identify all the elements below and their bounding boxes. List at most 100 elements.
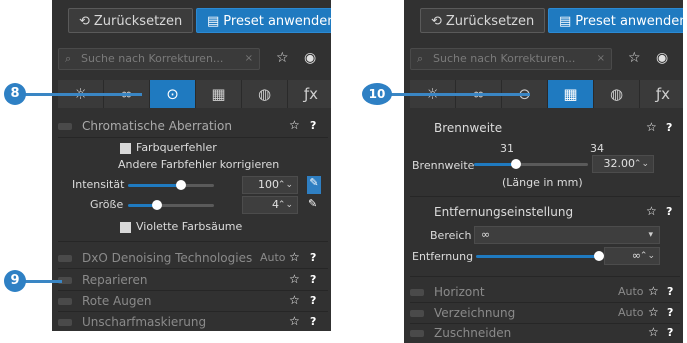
entfernung-slider[interactable]: [594, 251, 604, 261]
brennweite-slider[interactable]: [511, 159, 521, 169]
groesse-label: Größe: [90, 198, 124, 211]
help-icon[interactable]: ?: [310, 273, 316, 286]
help-icon[interactable]: ?: [310, 251, 316, 264]
section-chromatic-aberration[interactable]: Chromatische Aberration: [58, 116, 328, 136]
section-toggle[interactable]: [410, 329, 424, 337]
star-icon[interactable]: ☆: [648, 305, 659, 319]
groesse-track: [156, 204, 214, 207]
tab-geometry[interactable]: ▦: [548, 80, 594, 108]
laenge-label: (Länge in mm): [502, 176, 583, 189]
search-input[interactable]: ⌕ Suche nach Korrekturen... ×: [58, 48, 260, 70]
star-icon[interactable]: ☆: [628, 50, 641, 66]
star-icon[interactable]: ☆: [289, 250, 300, 264]
bereich-select[interactable]: ∞ ▾: [474, 226, 660, 244]
reset-button[interactable]: ⟲ Zurücksetzen: [420, 8, 546, 33]
intensitaet-value-field[interactable]: 100 ⌃⌄: [242, 176, 298, 194]
star-icon[interactable]: ☆: [289, 118, 300, 132]
toggle-icon[interactable]: ◉: [304, 50, 316, 66]
divider: [58, 241, 328, 242]
section-toggle[interactable]: [58, 122, 72, 130]
right-panel: ⟲ Zurücksetzen ▤ Preset anwenden ⌕ Suche n…: [404, 0, 683, 343]
watermark-icon: ◍: [609, 85, 624, 103]
tick-min: 31: [500, 142, 514, 155]
picker-icon[interactable]: ✎: [308, 197, 317, 210]
star-icon[interactable]: ☆: [648, 325, 659, 339]
clear-search-icon[interactable]: ×: [597, 49, 605, 69]
violette-label: Violette Farbsäume: [136, 220, 243, 233]
geometry-icon: ▦: [563, 85, 578, 103]
reset-button[interactable]: ⟲ Zurücksetzen: [68, 8, 194, 33]
search-icon: ⌕: [65, 52, 72, 65]
entfernung-value-field[interactable]: ∞ ⌃⌄: [604, 247, 660, 265]
star-icon[interactable]: ☆: [648, 284, 659, 298]
section-toggle[interactable]: [410, 309, 424, 317]
search-input[interactable]: ⌕ Suche nach Korrekturen... ×: [410, 48, 612, 70]
section-toggle[interactable]: [410, 288, 424, 296]
stepper-icon[interactable]: ⌃⌄: [278, 197, 293, 213]
picker-icon[interactable]: ✎: [307, 176, 321, 194]
help-icon[interactable]: ?: [310, 315, 316, 328]
brennweite-track-fill: [474, 163, 516, 166]
intensitaet-slider[interactable]: [176, 180, 186, 190]
section-reparieren[interactable]: Reparieren: [58, 270, 328, 290]
brennweite-header: Brennweite: [434, 121, 503, 135]
tab-watermark[interactable]: ◍: [242, 80, 288, 108]
help-icon[interactable]: ?: [667, 285, 673, 298]
help-icon[interactable]: ?: [666, 205, 672, 218]
watermark-icon: ◍: [257, 85, 272, 103]
help-icon[interactable]: ?: [310, 119, 316, 132]
groesse-value-field[interactable]: 4 ⌃⌄: [242, 196, 298, 214]
entfernung-track-fill: [476, 255, 596, 258]
star-icon[interactable]: ☆: [276, 50, 289, 66]
preset-icon: ▤: [207, 14, 220, 29]
left-panel: ⟲ Zurücksetzen ▤ Preset anwenden ⌕ Suche n…: [52, 0, 331, 331]
toggle-icon[interactable]: ◉: [656, 50, 668, 66]
stepper-icon[interactable]: ⌃⌄: [278, 177, 293, 193]
callout-line: [22, 280, 62, 283]
star-icon[interactable]: ☆: [646, 120, 657, 134]
stepper-icon[interactable]: ⌃⌄: [640, 248, 655, 264]
section-denoising[interactable]: DxO Denoising Technologies: [58, 248, 328, 268]
entfernung-header: Entfernungseinstellung: [434, 205, 574, 219]
section-toggle[interactable]: [58, 297, 72, 305]
stepper-icon[interactable]: ⌃⌄: [634, 156, 649, 172]
star-icon[interactable]: ☆: [289, 293, 300, 307]
denoise-mode: Auto: [260, 251, 286, 264]
callout-line: [22, 93, 142, 96]
section-unscharfmaskierung[interactable]: Unscharfmaskierung: [58, 312, 328, 331]
apply-preset-button[interactable]: ▤ Preset anwenden: [196, 8, 331, 33]
intensitaet-label: Intensität: [72, 178, 125, 191]
farbquerfehler-checkbox[interactable]: [120, 143, 131, 154]
tab-fx[interactable]: ƒx: [288, 80, 331, 108]
help-icon[interactable]: ?: [310, 294, 316, 307]
brennweite-track: [516, 163, 588, 166]
divider: [410, 276, 680, 277]
tab-fx[interactable]: ƒx: [640, 80, 683, 108]
verzeichnung-mode: Auto: [618, 306, 644, 319]
section-zuschneiden[interactable]: Zuschneiden: [410, 323, 680, 343]
brennweite-label: Brennweite: [412, 159, 475, 172]
star-icon[interactable]: ☆: [289, 314, 300, 328]
callout-8: 8: [4, 83, 26, 105]
tab-geometry[interactable]: ▦: [196, 80, 242, 108]
groesse-slider[interactable]: [152, 200, 162, 210]
clear-search-icon[interactable]: ×: [245, 49, 253, 69]
apply-preset-button[interactable]: ▤ Preset anwenden: [548, 8, 683, 33]
tab-watermark[interactable]: ◍: [594, 80, 640, 108]
fx-icon: ƒx: [655, 85, 671, 103]
help-icon[interactable]: ?: [667, 306, 673, 319]
fx-icon: ƒx: [303, 85, 319, 103]
brennweite-value-field[interactable]: 32.00 ⌃⌄: [592, 155, 654, 173]
section-toggle[interactable]: [58, 318, 72, 326]
star-icon[interactable]: ☆: [646, 204, 657, 218]
divider: [58, 137, 328, 138]
violette-checkbox[interactable]: [120, 222, 131, 233]
tab-detail[interactable]: ⊙: [150, 80, 196, 108]
section-toggle[interactable]: [58, 254, 72, 262]
horizont-mode: Auto: [618, 285, 644, 298]
star-icon[interactable]: ☆: [289, 272, 300, 286]
section-rote-augen[interactable]: Rote Augen: [58, 291, 328, 311]
farbquerfehler-label: Farbquerfehler: [136, 141, 217, 154]
help-icon[interactable]: ?: [667, 326, 673, 339]
help-icon[interactable]: ?: [666, 121, 672, 134]
